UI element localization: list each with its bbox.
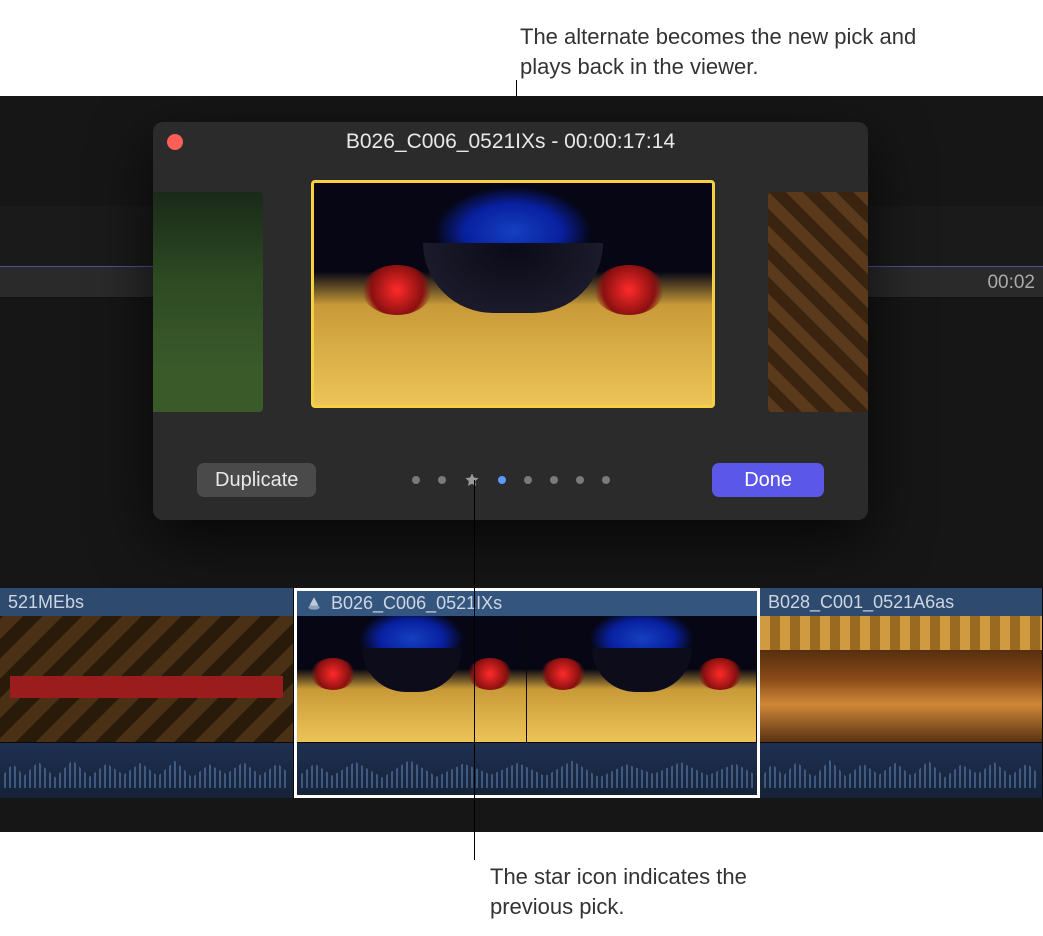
clip-name-label: 521MEbs — [8, 592, 84, 613]
clip-header: 521MEbs — [0, 588, 293, 616]
audition-thumb-selected[interactable] — [311, 180, 715, 408]
clip-video-area — [0, 616, 293, 742]
clip-audio-area — [297, 742, 757, 798]
audition-titlebar: B026_C006_0521IXs - 00:00:17:14 — [153, 122, 868, 162]
timeline-clip-selected[interactable]: B026_C006_0521IXs — [294, 588, 760, 798]
timeline-clip[interactable]: B028_C001_0521A6as — [760, 588, 1043, 798]
page-dot[interactable] — [550, 476, 558, 484]
page-dot[interactable] — [438, 476, 446, 484]
star-icon[interactable] — [464, 472, 480, 488]
clip-video-area — [760, 616, 1042, 742]
page-dot[interactable] — [524, 476, 532, 484]
timecode-label: 00:02 — [987, 272, 1035, 294]
app-background: 00:02 B026_C006_0521IXs - 00:00:17:14 Du… — [0, 96, 1043, 832]
callout-bottom-leader-line — [474, 480, 475, 860]
page-dot[interactable] — [602, 476, 610, 484]
audition-title: B026_C006_0521IXs - 00:00:17:14 — [153, 130, 868, 154]
timeline-clips-row: 521MEbs B026_C006_0521IXs — [0, 588, 1043, 798]
done-button[interactable]: Done — [712, 463, 824, 497]
audition-thumb-next[interactable] — [768, 192, 868, 412]
audition-thumb-prev[interactable] — [153, 192, 263, 412]
clip-header: B026_C006_0521IXs — [297, 591, 757, 616]
callout-top-text: The alternate becomes the new pick and p… — [520, 22, 940, 82]
page-dot-active[interactable] — [498, 476, 506, 484]
clip-video-area — [297, 616, 757, 742]
thumb-art — [314, 183, 712, 405]
clip-name-label: B028_C001_0521A6as — [768, 592, 954, 613]
clip-header: B028_C001_0521A6as — [760, 588, 1042, 616]
page-dot[interactable] — [412, 476, 420, 484]
clip-audio-area — [760, 742, 1042, 798]
clip-audio-area — [0, 742, 293, 798]
audition-page-dots — [412, 472, 610, 488]
audition-footer: Duplicate Done — [153, 460, 868, 500]
duplicate-button[interactable]: Duplicate — [197, 463, 316, 497]
audition-spotlight-icon — [305, 595, 323, 613]
close-icon[interactable] — [167, 134, 183, 150]
page-dot[interactable] — [576, 476, 584, 484]
audition-window: B026_C006_0521IXs - 00:00:17:14 Duplicat… — [153, 122, 868, 520]
callout-bottom-text: The star icon indicates the previous pic… — [490, 862, 810, 922]
clip-name-label: B026_C006_0521IXs — [331, 593, 502, 614]
timeline-clip[interactable]: 521MEbs — [0, 588, 294, 798]
audition-carousel — [153, 162, 868, 428]
